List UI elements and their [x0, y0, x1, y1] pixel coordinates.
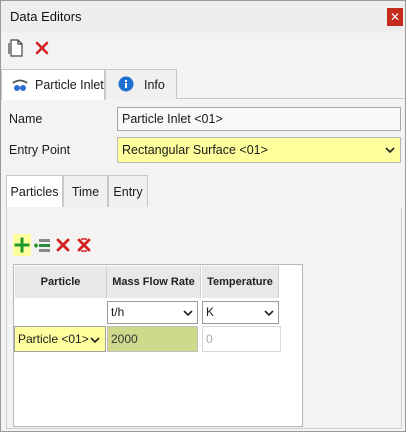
mass-flow-rate-unit: t/h — [111, 305, 125, 319]
tab-entry[interactable]: Entry — [108, 175, 148, 207]
insert-row-icon[interactable] — [33, 234, 51, 256]
chevron-down-icon — [89, 333, 101, 347]
tab-particle-inlet-label: Particle Inlet — [35, 78, 104, 92]
remove-all-icon[interactable] — [75, 234, 93, 256]
temperature-cell[interactable]: 0 — [202, 326, 281, 352]
window-title: Data Editors — [10, 9, 82, 24]
tab-entry-label: Entry — [113, 185, 143, 199]
tab-time[interactable]: Time — [63, 175, 108, 207]
main-toolbar — [1, 35, 405, 61]
entry-point-value: Rectangular Surface <01> — [122, 143, 268, 157]
temperature-unit: K — [206, 305, 215, 319]
mass-flow-rate-cell[interactable]: 2000 — [107, 326, 198, 352]
info-icon — [118, 76, 134, 95]
temperature-unit-select[interactable]: K — [202, 301, 279, 324]
column-header-temperature[interactable]: Temperature — [202, 266, 279, 298]
name-field[interactable]: Particle Inlet <01> — [117, 107, 401, 131]
tab-particles-label: Particles — [10, 185, 59, 199]
tab-particles[interactable]: Particles — [6, 175, 63, 208]
chevron-down-icon — [182, 306, 194, 320]
tab-info[interactable]: Info — [105, 69, 177, 99]
tab-info-label: Info — [144, 78, 165, 92]
particle-select[interactable]: Particle <01> — [14, 326, 106, 352]
editor-tabs: Particle Inlet Info — [1, 69, 405, 100]
data-editors-window: Data Editors ✕ Particle Inlet Info Name … — [0, 0, 406, 432]
chevron-down-icon — [384, 143, 396, 157]
chevron-down-icon — [263, 306, 275, 320]
close-button[interactable]: ✕ — [387, 8, 403, 26]
add-icon[interactable] — [13, 234, 31, 256]
remove-icon[interactable] — [54, 234, 72, 256]
mass-flow-rate-unit-select[interactable]: t/h — [107, 301, 198, 324]
particles-panel: Particle Mass Flow Rate Temperature t/h … — [6, 207, 402, 429]
particles-grid: Particle Mass Flow Rate Temperature t/h … — [13, 264, 303, 427]
delete-icon[interactable] — [33, 38, 51, 58]
entry-point-select[interactable]: Rectangular Surface <01> — [117, 137, 401, 163]
column-header-mass-flow-rate[interactable]: Mass Flow Rate — [107, 266, 201, 298]
tab-particle-inlet[interactable]: Particle Inlet — [1, 69, 105, 100]
new-document-icon[interactable] — [7, 38, 25, 58]
column-header-particle[interactable]: Particle — [15, 266, 107, 298]
particle-value: Particle <01> — [18, 332, 89, 346]
name-label: Name — [9, 112, 43, 126]
tab-time-label: Time — [71, 185, 100, 199]
particle-subtabs: Particles Time Entry — [6, 175, 402, 208]
particle-inlet-icon — [12, 77, 28, 96]
title-bar: Data Editors ✕ — [1, 1, 405, 33]
entry-point-label: Entry Point — [9, 143, 71, 157]
